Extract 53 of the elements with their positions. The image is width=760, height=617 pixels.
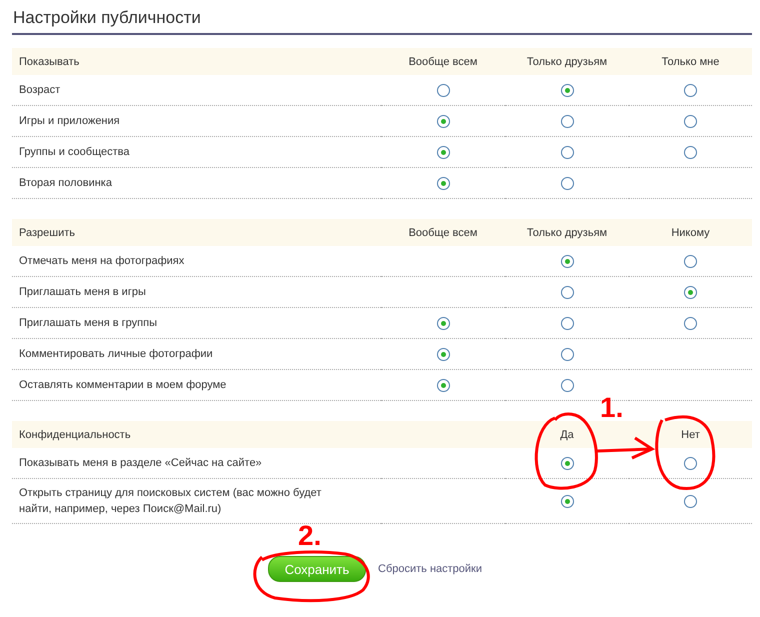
setting-label: Открыть страницу для поисковых систем (вас можно будет найти, например, через Поиск@Mail.ru) bbox=[19, 486, 322, 517]
column-header: Никому bbox=[671, 226, 710, 238]
column-header: Нет bbox=[681, 428, 700, 440]
radio-button[interactable] bbox=[436, 84, 450, 96]
radio-button[interactable] bbox=[560, 494, 574, 508]
radio-button[interactable] bbox=[560, 84, 574, 96]
radio-button[interactable] bbox=[436, 348, 450, 360]
section-heading: Конфиденциальность bbox=[19, 428, 131, 440]
radio-button[interactable] bbox=[684, 254, 697, 268]
radio-button[interactable] bbox=[560, 286, 574, 298]
radio-button[interactable] bbox=[436, 114, 450, 128]
radio-button[interactable] bbox=[684, 494, 697, 508]
radio-button[interactable] bbox=[436, 316, 450, 330]
setting-label: Приглашать меня в игры bbox=[19, 285, 146, 300]
setting-label: Игры и приложения bbox=[19, 114, 120, 129]
setting-label: Возраст bbox=[19, 83, 60, 98]
column-header: Да bbox=[560, 428, 574, 440]
step-number: 1. bbox=[600, 394, 624, 422]
radio-button[interactable] bbox=[684, 114, 697, 128]
setting-label: Отмечать меня на фотографиях bbox=[19, 254, 184, 269]
step-number: 2. bbox=[298, 522, 322, 550]
radio-button[interactable] bbox=[436, 176, 450, 190]
section-heading: Показывать bbox=[19, 56, 80, 68]
radio-button[interactable] bbox=[560, 456, 574, 470]
radio-button[interactable] bbox=[684, 146, 697, 158]
setting-label: Оставлять комментарии в моем форуме bbox=[19, 378, 226, 393]
reset-link[interactable]: Сбросить настройки bbox=[378, 563, 482, 575]
column-header: Вообще всем bbox=[408, 56, 478, 68]
column-header: Только друзьям bbox=[526, 226, 608, 238]
radio-button[interactable] bbox=[560, 254, 574, 268]
radio-button[interactable] bbox=[560, 316, 574, 330]
radio-button[interactable] bbox=[560, 378, 574, 392]
setting-label: Группы и сообщества bbox=[19, 145, 130, 160]
radio-button[interactable] bbox=[436, 146, 450, 158]
radio-button[interactable] bbox=[684, 456, 697, 470]
radio-button[interactable] bbox=[560, 176, 574, 190]
radio-button[interactable] bbox=[560, 146, 574, 158]
setting-label: Комментировать личные фотографии bbox=[19, 347, 213, 362]
setting-label: Приглашать меня в группы bbox=[19, 316, 157, 331]
column-header: Только друзьям bbox=[526, 56, 608, 68]
annotation-arrow bbox=[596, 436, 656, 460]
radio-button[interactable] bbox=[560, 114, 574, 128]
setting-label: Вторая половинка bbox=[19, 176, 112, 191]
section-heading: Разрешить bbox=[19, 226, 75, 238]
setting-label: Показывать меня в разделе «Сейчас на сайте» bbox=[19, 456, 262, 471]
column-header: Вообще всем bbox=[408, 226, 478, 238]
column-header: Только мне bbox=[662, 56, 720, 68]
radio-button[interactable] bbox=[436, 378, 450, 392]
radio-button[interactable] bbox=[684, 286, 697, 298]
radio-button[interactable] bbox=[684, 84, 697, 96]
radio-button[interactable] bbox=[560, 348, 574, 360]
radio-button[interactable] bbox=[684, 316, 697, 330]
page-title: Настройки публичности bbox=[12, 8, 752, 35]
